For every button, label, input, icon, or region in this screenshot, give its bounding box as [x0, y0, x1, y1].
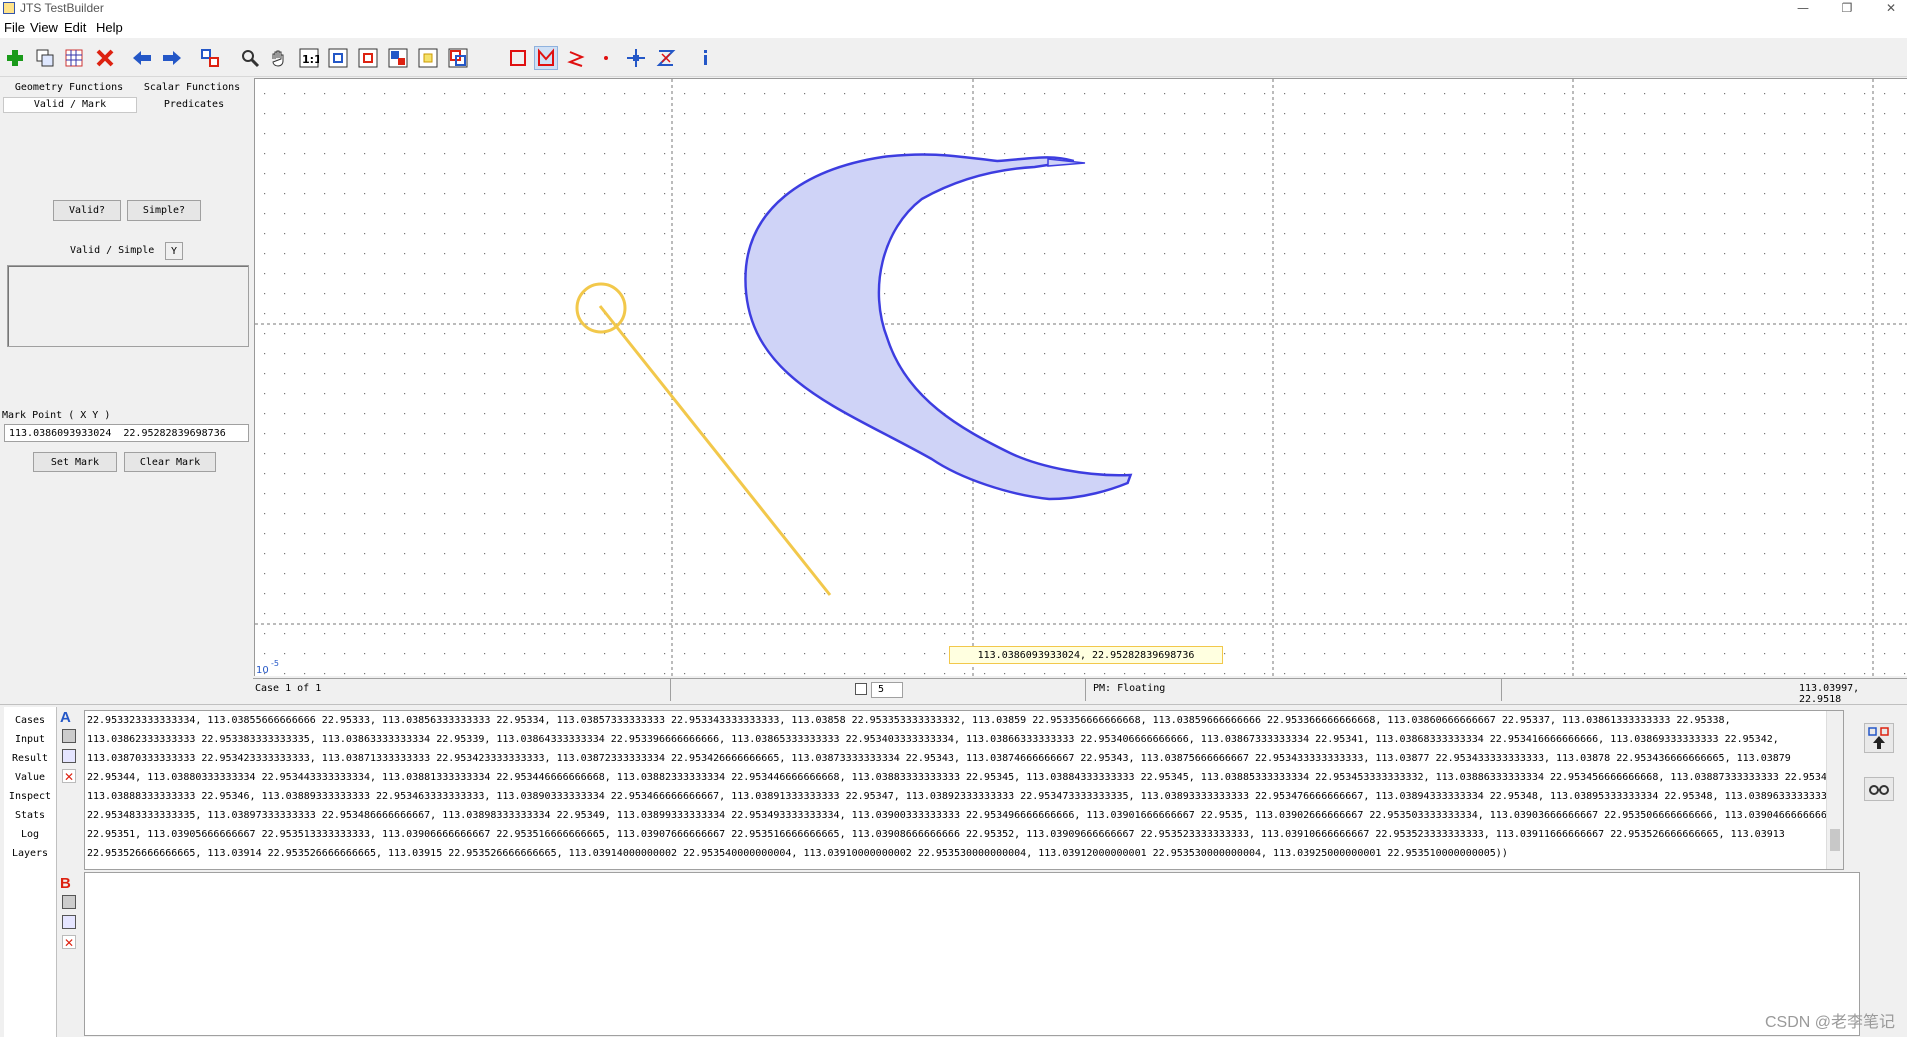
tab-predicates[interactable]: Predicates — [138, 99, 250, 110]
prev-case-icon[interactable] — [130, 46, 154, 70]
wkt-line: 113.03870333333333 22.953423333333333, 1… — [87, 753, 1791, 764]
validation-message-box — [7, 265, 249, 347]
valid-button[interactable]: Valid? — [53, 200, 121, 221]
copy-b-icon[interactable] — [62, 915, 76, 929]
draw-linestring-icon[interactable] — [564, 46, 588, 70]
clear-a-icon[interactable]: ✕ — [62, 769, 76, 784]
status-divider — [1501, 679, 1502, 701]
app-icon — [3, 2, 15, 14]
tab-scalar-functions[interactable]: Scalar Functions — [136, 82, 248, 93]
geometry-b-wkt[interactable] — [84, 872, 1860, 1036]
status-checkbox[interactable] — [855, 683, 867, 695]
geometry-canvas[interactable]: 10 -5 113.0386093933024, 22.952828396987… — [254, 78, 1907, 677]
geometry-a-wkt[interactable]: 22.953323333333334, 113.03855666666666 2… — [84, 710, 1844, 870]
scale-exponent: -5 — [271, 659, 279, 668]
minimize-button[interactable]: — — [1788, 0, 1818, 18]
set-mark-button[interactable]: Set Mark — [33, 452, 117, 472]
tab-value[interactable]: Value — [8, 772, 52, 783]
status-bar: Case 1 of 1 5 PM: Floating 113.03997, 22… — [253, 678, 1907, 705]
wkt-line: 22.953483333333335, 113.03897333333333 2… — [87, 810, 1833, 821]
wkt-line: 22.95344, 113.03880333333334 22.95344333… — [87, 772, 1839, 783]
restore-button[interactable]: ❐ — [1832, 0, 1862, 18]
clear-b-icon[interactable]: ✕ — [62, 935, 76, 950]
info-icon[interactable] — [694, 46, 718, 70]
next-case-icon[interactable] — [160, 46, 184, 70]
grid-icon[interactable] — [62, 46, 86, 70]
case-status: Case 1 of 1 — [255, 683, 322, 694]
menu-view[interactable]: View — [30, 20, 58, 35]
geometry-view: 10 -5 — [255, 79, 1907, 677]
simple-button[interactable]: Simple? — [127, 200, 201, 221]
toolbar: 1:1 — [0, 40, 1907, 77]
add-case-icon[interactable] — [3, 46, 27, 70]
tab-layers[interactable]: Layers — [8, 848, 52, 859]
wkt-line: 22.953323333333334, 113.03855666666666 2… — [87, 715, 1731, 726]
left-panel: Geometry Functions Scalar Functions Vali… — [0, 78, 252, 674]
menu-bar: File View Edit Help — [0, 18, 1907, 38]
tab-geometry-functions[interactable]: Geometry Functions — [10, 82, 128, 93]
pan-icon[interactable] — [266, 46, 290, 70]
draw-point-icon[interactable] — [594, 46, 618, 70]
valid-simple-label: Valid / Simple — [70, 245, 155, 256]
scrollbar-thumb[interactable] — [1830, 829, 1840, 851]
wkt-line: 22.95351, 113.03905666666667 22.95351333… — [87, 829, 1785, 840]
menu-edit[interactable]: Edit — [64, 20, 86, 35]
zoom-icon[interactable] — [238, 46, 262, 70]
status-divider — [1085, 679, 1086, 701]
wkt-a-scrollbar[interactable] — [1826, 711, 1843, 869]
copy-a-icon[interactable] — [62, 749, 76, 763]
valid-simple-value: Y — [165, 242, 183, 260]
zoom-to-result-icon[interactable] — [386, 46, 410, 70]
precision-spinner[interactable]: 5 — [871, 682, 903, 698]
geometry-a-label: A — [60, 709, 71, 726]
geometry-b-label: B — [60, 875, 71, 892]
close-button[interactable]: ✕ — [1876, 0, 1906, 18]
status-divider — [670, 679, 671, 701]
mark-point-input[interactable] — [4, 424, 249, 442]
mark-point-label: Mark Point ( X Y ) — [2, 410, 111, 421]
load-geometry-icon[interactable] — [1864, 723, 1894, 753]
watermark: CSDN @老李笔记 — [1764, 1014, 1895, 1031]
delete-case-icon[interactable] — [93, 46, 117, 70]
tab-result[interactable]: Result — [8, 753, 52, 764]
zoom-to-input-icon[interactable] — [356, 46, 380, 70]
zoom-to-full-icon[interactable] — [326, 46, 350, 70]
tab-cases[interactable]: Cases — [8, 715, 52, 726]
menu-file[interactable]: File — [4, 20, 25, 35]
draw-rectangle-icon[interactable] — [506, 46, 530, 70]
precision-model-status: PM: Floating — [1093, 683, 1166, 694]
edit-vertex-icon[interactable] — [624, 46, 648, 70]
menu-help[interactable]: Help — [96, 20, 123, 35]
scale-label: 10 — [256, 665, 269, 676]
tab-inspect[interactable]: Inspect — [8, 791, 52, 802]
one-to-one-icon[interactable]: 1:1 — [297, 46, 321, 70]
draw-polygon-icon[interactable] — [534, 46, 558, 70]
tab-input[interactable]: Input — [8, 734, 52, 745]
paste-b-icon[interactable] — [62, 895, 76, 909]
zoom-to-a-icon[interactable] — [416, 46, 440, 70]
tab-log[interactable]: Log — [8, 829, 52, 840]
exchange-geometries-icon[interactable] — [198, 46, 222, 70]
window-title: JTS TestBuilder — [20, 1, 104, 15]
wkt-line: 113.03862333333333 22.953383333333335, 1… — [87, 734, 1779, 745]
title-bar: JTS TestBuilder — ❐ ✕ — [0, 0, 1907, 18]
wkt-line: 22.953526666666665, 113.03914 22.9535266… — [87, 848, 1508, 859]
cursor-coordinate: 113.03997, 22.9518 — [1799, 683, 1860, 705]
zoom-to-b-icon[interactable] — [446, 46, 470, 70]
copy-case-icon[interactable] — [33, 46, 57, 70]
dot-grid — [255, 79, 1907, 677]
extract-component-icon[interactable] — [654, 46, 678, 70]
svg-text:1:1: 1:1 — [302, 53, 319, 66]
tab-valid-mark[interactable]: Valid / Mark — [3, 97, 137, 113]
paste-a-icon[interactable] — [62, 729, 76, 743]
tab-stats[interactable]: Stats — [8, 810, 52, 821]
inspect-geometry-icon[interactable] — [1864, 777, 1894, 801]
mark-tooltip: 113.0386093933024, 22.95282839698736 — [949, 646, 1223, 664]
clear-mark-button[interactable]: Clear Mark — [124, 452, 216, 472]
wkt-line: 113.03888333333333 22.95346, 113.0388933… — [87, 791, 1833, 802]
